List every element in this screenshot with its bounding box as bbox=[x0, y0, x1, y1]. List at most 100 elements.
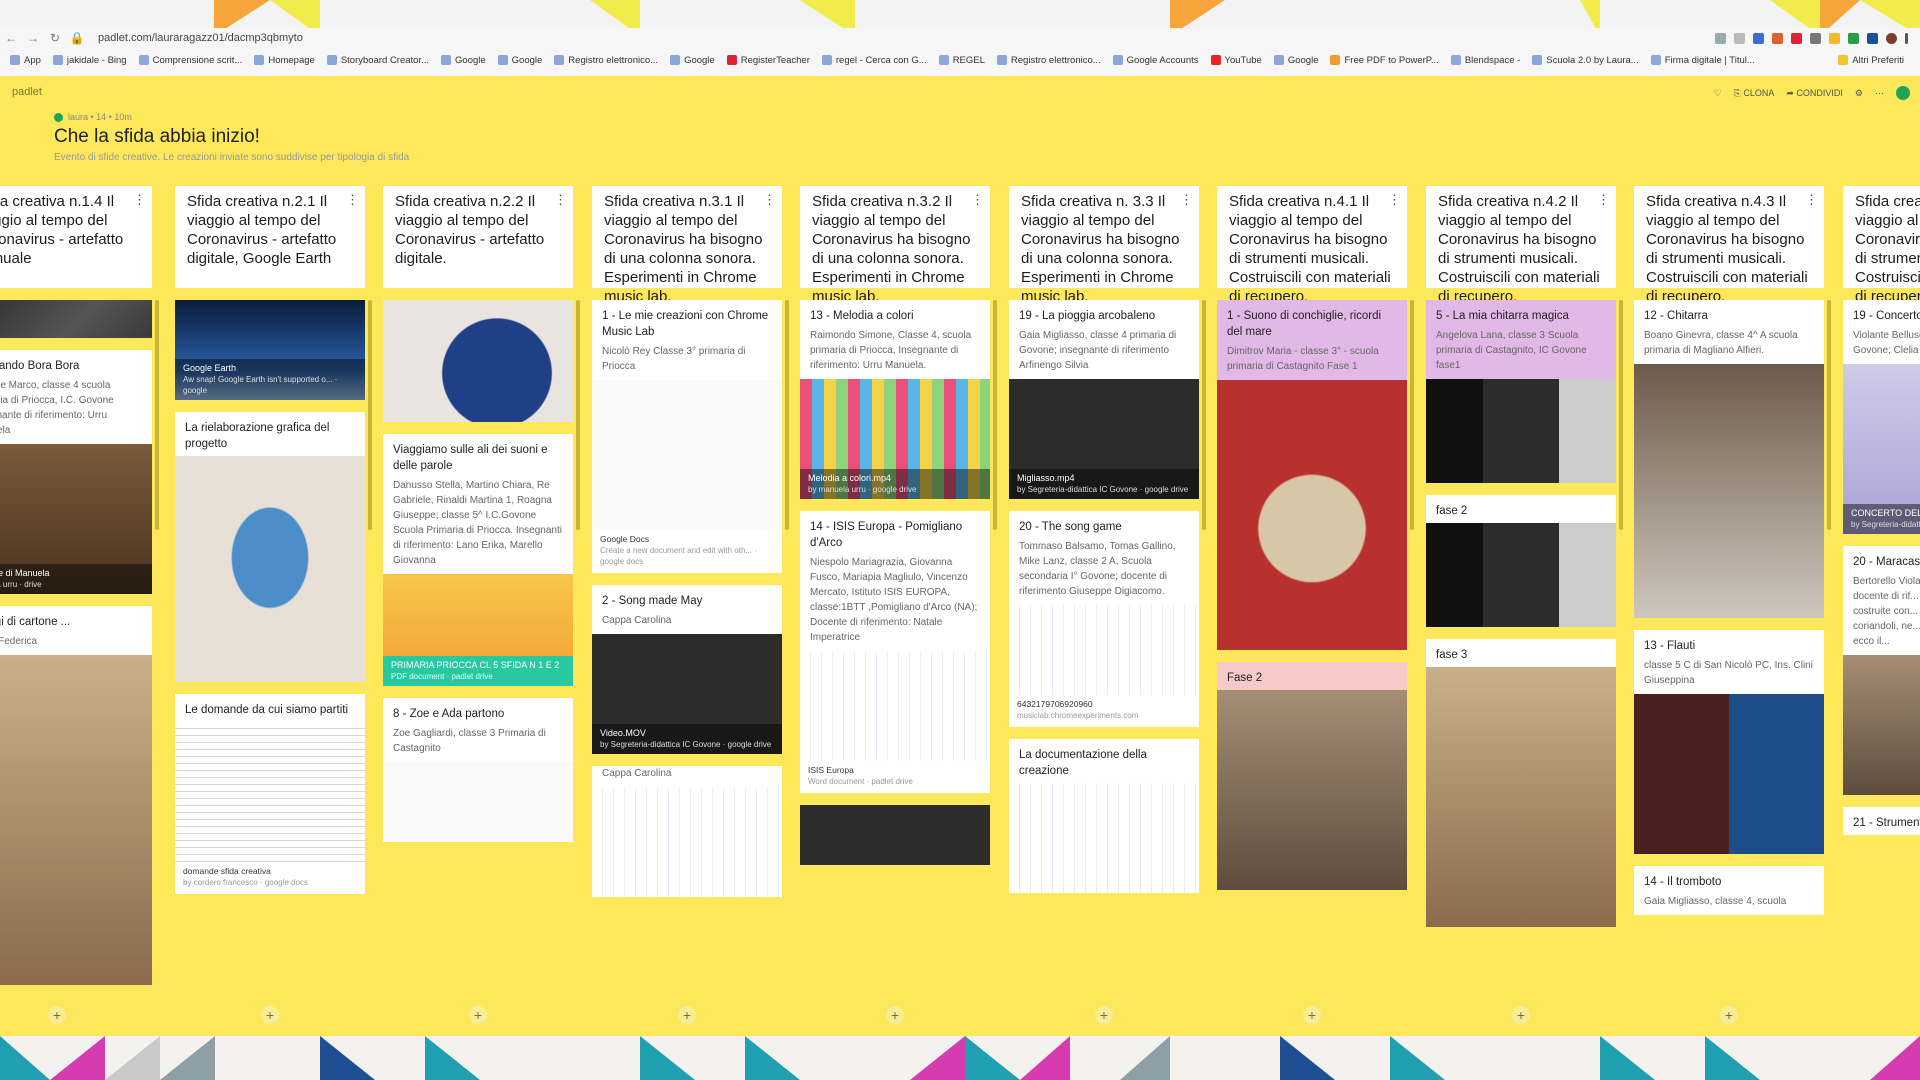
reload-icon[interactable]: ↻ bbox=[44, 31, 66, 45]
link-preview[interactable]: Google Docs Create a new document and edi… bbox=[592, 530, 782, 573]
post-card[interactable]: 20 - Maracas Bertorello Viola, primaria d… bbox=[1843, 546, 1920, 795]
post-card[interactable] bbox=[800, 805, 990, 865]
post-attachment[interactable] bbox=[1217, 380, 1407, 650]
post-card[interactable] bbox=[383, 300, 573, 422]
bookmark-item[interactable]: Google Accounts bbox=[1112, 55, 1199, 66]
post-attachment[interactable] bbox=[1426, 667, 1616, 927]
column-scrollbar[interactable] bbox=[1619, 300, 1623, 530]
add-post-button[interactable]: + bbox=[1720, 1006, 1738, 1024]
clone-button[interactable]: ⎘ CLONA bbox=[1734, 88, 1775, 99]
post-attachment[interactable] bbox=[1009, 605, 1199, 695]
post-card[interactable]: Google Earth Aw snap! Google Earth isn't … bbox=[175, 300, 365, 400]
post-attachment[interactable]: Google Earth Aw snap! Google Earth isn't … bbox=[175, 300, 365, 400]
other-bookmarks[interactable]: Altri Preferiti bbox=[1838, 55, 1920, 66]
column-more-icon[interactable]: ⋮ bbox=[133, 190, 146, 209]
extension-icon[interactable] bbox=[1848, 32, 1859, 44]
bookmark-item[interactable]: Free PDF to PowerP... bbox=[1330, 55, 1439, 66]
post-card[interactable]: 14 - Il tromboto Gaia Migliasso, classe 4… bbox=[1634, 866, 1824, 915]
post-attachment[interactable] bbox=[175, 722, 365, 862]
column-scrollbar[interactable] bbox=[576, 300, 580, 530]
column-more-icon[interactable]: ⋮ bbox=[971, 190, 984, 209]
post-card[interactable]: 13 - Melodia a colori Raimondo Simone, Cl… bbox=[800, 300, 990, 499]
post-card[interactable]: fase 2 bbox=[1426, 495, 1616, 627]
post-card[interactable]: 20 - The song game Tommaso Balsamo, Tomas… bbox=[1009, 511, 1199, 727]
column-header[interactable]: Sfida creativa n. 3.3 Il viaggio al temp… bbox=[1009, 186, 1199, 305]
padlet-logo[interactable]: padlet bbox=[12, 86, 42, 98]
bookmark-item[interactable]: Registro elettronico... bbox=[996, 55, 1101, 66]
post-card[interactable]: fase 3 bbox=[1426, 639, 1616, 927]
column-more-icon[interactable]: ⋮ bbox=[1388, 190, 1401, 209]
post-attachment[interactable] bbox=[383, 762, 573, 842]
share-button[interactable]: ➦ CONDIVIDI bbox=[1786, 88, 1843, 99]
post-attachment[interactable] bbox=[1634, 364, 1824, 618]
post-attachment[interactable] bbox=[0, 300, 152, 338]
column-header[interactable]: Sfida creativa n.2.1 Il viaggio al tempo… bbox=[175, 186, 365, 288]
bookmark-item[interactable]: Google bbox=[1273, 55, 1318, 66]
bookmark-item[interactable]: Scuola 2.0 by Laura... bbox=[1532, 55, 1639, 66]
more-icon[interactable]: ⋯ bbox=[1875, 88, 1884, 99]
post-attachment[interactable]: Migliasso.mp4 by Segreteria-didattica IC … bbox=[1009, 379, 1199, 499]
extension-icon[interactable] bbox=[1772, 32, 1783, 44]
bookmark-item[interactable]: Comprensione scrit... bbox=[138, 55, 242, 66]
star-icon[interactable] bbox=[1734, 32, 1745, 44]
post-card[interactable]: 5 - La mia chitarra magica Angelova Lana,… bbox=[1426, 300, 1616, 483]
post-attachment[interactable]: da parte di Manuela manuela urru · drive bbox=[0, 444, 152, 594]
link-preview[interactable]: ISIS Europa Word document · padlet drive bbox=[800, 761, 990, 793]
back-icon[interactable]: ← bbox=[0, 31, 22, 45]
column-scrollbar[interactable] bbox=[785, 300, 789, 530]
post-attachment[interactable]: CONCERTO DEL by Segreteria-didattica · go… bbox=[1843, 364, 1920, 534]
post-attachment[interactable] bbox=[1426, 379, 1616, 483]
browser-menu-icon[interactable] bbox=[1905, 32, 1908, 44]
extension-icon[interactable] bbox=[1715, 32, 1726, 44]
post-card[interactable]: 21 - Strumenti bbox=[1843, 807, 1920, 835]
column-scrollbar[interactable] bbox=[1827, 300, 1831, 530]
bookmark-item[interactable]: Google bbox=[497, 55, 542, 66]
column-header[interactable]: Sfida creativa n.4.2 Il viaggio al tempo… bbox=[1426, 186, 1616, 305]
user-avatar[interactable] bbox=[1896, 86, 1910, 100]
column-header[interactable]: Sfida creativa n.3.1 Il viaggio al tempo… bbox=[592, 186, 782, 305]
post-card[interactable] bbox=[0, 300, 152, 338]
column-scrollbar[interactable] bbox=[368, 300, 372, 530]
post-card[interactable]: 12 - Chitarra Boano Ginevra, classe 4^ A … bbox=[1634, 300, 1824, 618]
extension-icon[interactable] bbox=[1829, 32, 1840, 44]
post-attachment[interactable] bbox=[1843, 655, 1920, 795]
link-preview[interactable]: domande sfida creativa by cordero frances… bbox=[175, 862, 365, 894]
column-more-icon[interactable]: ⋮ bbox=[1805, 190, 1818, 209]
post-attachment[interactable] bbox=[383, 300, 573, 422]
bookmark-item[interactable]: YouTube bbox=[1210, 55, 1262, 66]
post-card[interactable]: 14 - ISIS Europa - Pomigliano d'Arco Nies… bbox=[800, 511, 990, 793]
bookmark-item[interactable]: REGEL bbox=[938, 55, 985, 66]
bookmark-item[interactable]: Google bbox=[441, 55, 486, 66]
column-header[interactable]: Sfida creativa n.1.4 Il viaggio al tempo… bbox=[0, 186, 152, 288]
column-scrollbar[interactable] bbox=[1202, 300, 1206, 530]
post-attachment[interactable] bbox=[175, 456, 365, 682]
bookmark-item[interactable]: regel - Cerca con G... bbox=[821, 55, 927, 66]
add-post-button[interactable]: + bbox=[1303, 1006, 1321, 1024]
post-card[interactable]: 1 - Suono di conchiglie, ricordi del mar… bbox=[1217, 300, 1407, 650]
column-scrollbar[interactable] bbox=[993, 300, 997, 530]
bookmark-item[interactable]: Firma digitale | Titul... bbox=[1650, 55, 1755, 66]
post-attachment[interactable] bbox=[1634, 694, 1824, 854]
forward-icon[interactable]: → bbox=[22, 31, 44, 45]
post-attachment[interactable] bbox=[800, 805, 990, 865]
post-attachment[interactable]: Video.MOV by Segreteria-didattica IC Govo… bbox=[592, 634, 782, 754]
extension-icon[interactable] bbox=[1810, 32, 1821, 44]
column-scrollbar[interactable] bbox=[1410, 300, 1414, 530]
post-card[interactable]: 1 - Le mie creazioni con Chrome Music La… bbox=[592, 300, 782, 573]
column-more-icon[interactable]: ⋮ bbox=[1597, 190, 1610, 209]
post-card[interactable]: Viaggiamo sulle ali dei suoni e delle pa… bbox=[383, 434, 573, 686]
profile-avatar[interactable] bbox=[1886, 32, 1897, 44]
column-header[interactable]: Sfida creativa n.4.3 Il viaggio al tempo… bbox=[1634, 186, 1824, 305]
extension-icon[interactable] bbox=[1753, 32, 1764, 44]
add-post-button[interactable]: + bbox=[48, 1006, 66, 1024]
post-attachment[interactable] bbox=[592, 787, 782, 897]
bookmark-item[interactable]: Storyboard Creator... bbox=[326, 55, 429, 66]
post-attachment[interactable] bbox=[0, 655, 152, 985]
post-attachment[interactable] bbox=[1217, 690, 1407, 890]
post-card[interactable]: Fase 2 bbox=[1217, 662, 1407, 890]
bookmark-item[interactable]: jakidale - Bing bbox=[52, 55, 127, 66]
post-card[interactable]: 8 - Zoe e Ada partono Zoe Gagliardi, clas… bbox=[383, 698, 573, 842]
column-more-icon[interactable]: ⋮ bbox=[554, 190, 567, 209]
post-attachment[interactable]: PRIMARIA PRIOCCA CL 5 SFIDA N 1 E 2 PDF d… bbox=[383, 574, 573, 686]
bookmark-item[interactable]: Google bbox=[670, 55, 715, 66]
